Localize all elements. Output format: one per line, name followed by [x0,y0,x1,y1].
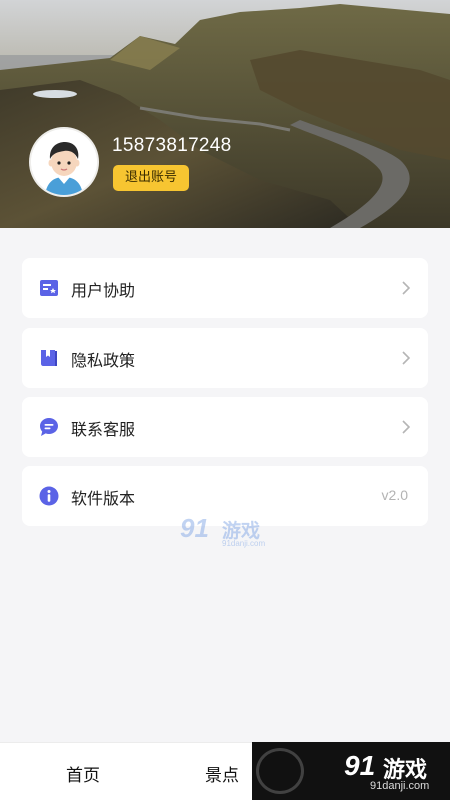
info-icon [39,486,59,506]
menu-item-label: 用户协助 [71,281,136,300]
menu-item-privacy-policy[interactable]: 隐私政策 [22,328,428,388]
corner-watermark-number: 91 [344,750,376,781]
avatar[interactable] [31,129,97,195]
tab-scenic-spots[interactable]: 景点 [205,761,239,786]
chevron-right-icon [402,351,410,365]
menu-item-label: 软件版本 [71,489,136,508]
avatar-icon [31,129,97,195]
version-value: v2.0 [381,487,408,503]
menu-item-label: 联系客服 [71,420,136,439]
watermark-number: 91 [180,513,209,543]
logout-button[interactable]: 退出账号 [113,165,189,191]
tab-home[interactable]: 首页 [66,761,100,786]
corner-watermark: 91 游戏 91danji.com [252,742,450,800]
book-icon [41,350,57,366]
user-phone-number: 15873817248 [112,135,232,156]
menu-item-user-assistance[interactable]: 用户协助 [22,258,428,318]
menu-item-label: 隐私政策 [71,351,136,370]
chevron-right-icon [402,281,410,295]
corner-watermark-url: 91danji.com [370,780,430,792]
ghost-logo-icon [256,748,304,794]
agreement-icon [40,280,58,296]
menu-item-contact-support[interactable]: 联系客服 [22,397,428,457]
chat-icon [40,418,58,436]
watermark-url: 91danji.com [222,539,266,548]
watermark-logo: 91 游戏 91danji.com [178,513,274,551]
chevron-right-icon [402,420,410,434]
